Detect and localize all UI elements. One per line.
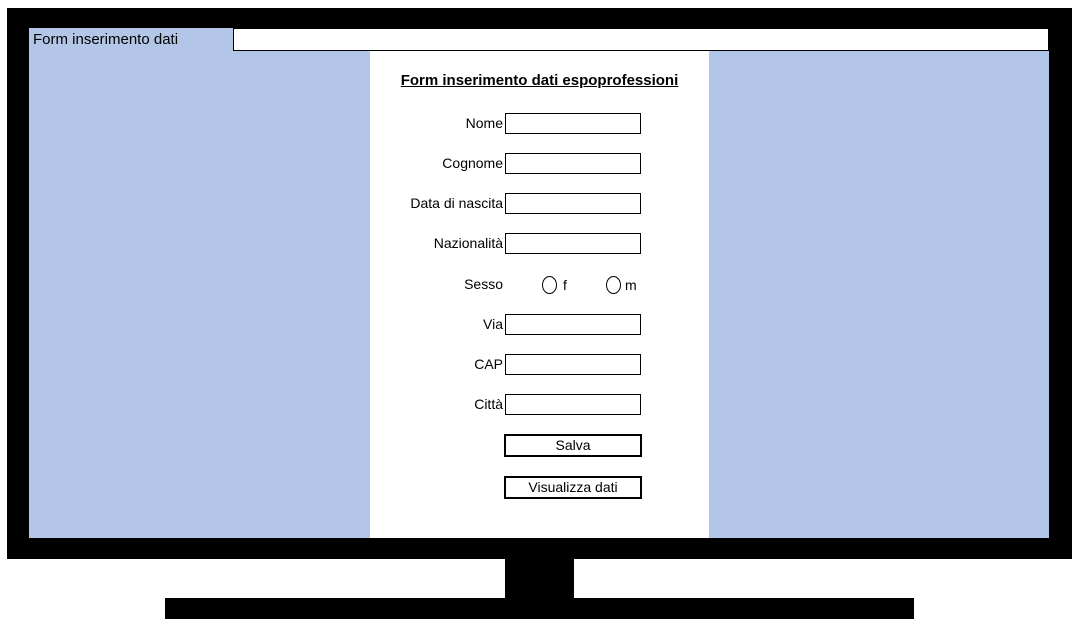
view-data-button[interactable]: Visualizza dati bbox=[504, 476, 642, 499]
save-button[interactable]: Salva bbox=[504, 434, 642, 457]
via-input[interactable] bbox=[505, 314, 641, 335]
row-nazionalita: Nazionalità bbox=[370, 233, 709, 254]
radio-m[interactable]: m bbox=[606, 274, 637, 295]
monitor-stand-base bbox=[165, 598, 914, 619]
radio-f-label: f bbox=[563, 276, 567, 293]
cap-label: CAP bbox=[474, 356, 503, 372]
radio-f[interactable]: f bbox=[542, 274, 567, 295]
via-label: Via bbox=[483, 316, 503, 332]
data-nascita-label: Data di nascita bbox=[410, 195, 503, 211]
screen: Form inserimento dati Form inserimento d… bbox=[29, 28, 1049, 538]
row-nome: Nome bbox=[370, 113, 709, 134]
radio-m-circle[interactable] bbox=[606, 275, 621, 294]
stage: Form inserimento dati Form inserimento d… bbox=[0, 0, 1083, 626]
radio-m-label: m bbox=[625, 276, 637, 293]
row-sesso: Sesso f m bbox=[370, 274, 709, 295]
citta-input[interactable] bbox=[505, 394, 641, 415]
sesso-label: Sesso bbox=[464, 276, 503, 292]
nome-input[interactable] bbox=[505, 113, 641, 134]
cognome-label: Cognome bbox=[442, 155, 503, 171]
nazionalita-input[interactable] bbox=[505, 233, 641, 254]
form-heading: Form inserimento dati espoprofessioni bbox=[400, 72, 679, 89]
row-citta: Città bbox=[370, 394, 709, 415]
form-panel: Form inserimento dati espoprofessioni No… bbox=[370, 51, 709, 538]
cap-input[interactable] bbox=[505, 354, 641, 375]
nazionalita-label: Nazionalità bbox=[433, 235, 503, 251]
row-via: Via bbox=[370, 314, 709, 335]
row-cap: CAP bbox=[370, 354, 709, 375]
citta-label: Città bbox=[474, 396, 503, 412]
nome-label: Nome bbox=[465, 115, 503, 131]
title-bar-field bbox=[233, 28, 1049, 51]
row-data-nascita: Data di nascita bbox=[370, 193, 709, 214]
window-title: Form inserimento dati bbox=[33, 31, 179, 48]
row-cognome: Cognome bbox=[370, 153, 709, 174]
radio-f-circle[interactable] bbox=[542, 275, 557, 294]
cognome-input[interactable] bbox=[505, 153, 641, 174]
data-nascita-input[interactable] bbox=[505, 193, 641, 214]
monitor-stand-neck bbox=[505, 559, 574, 599]
